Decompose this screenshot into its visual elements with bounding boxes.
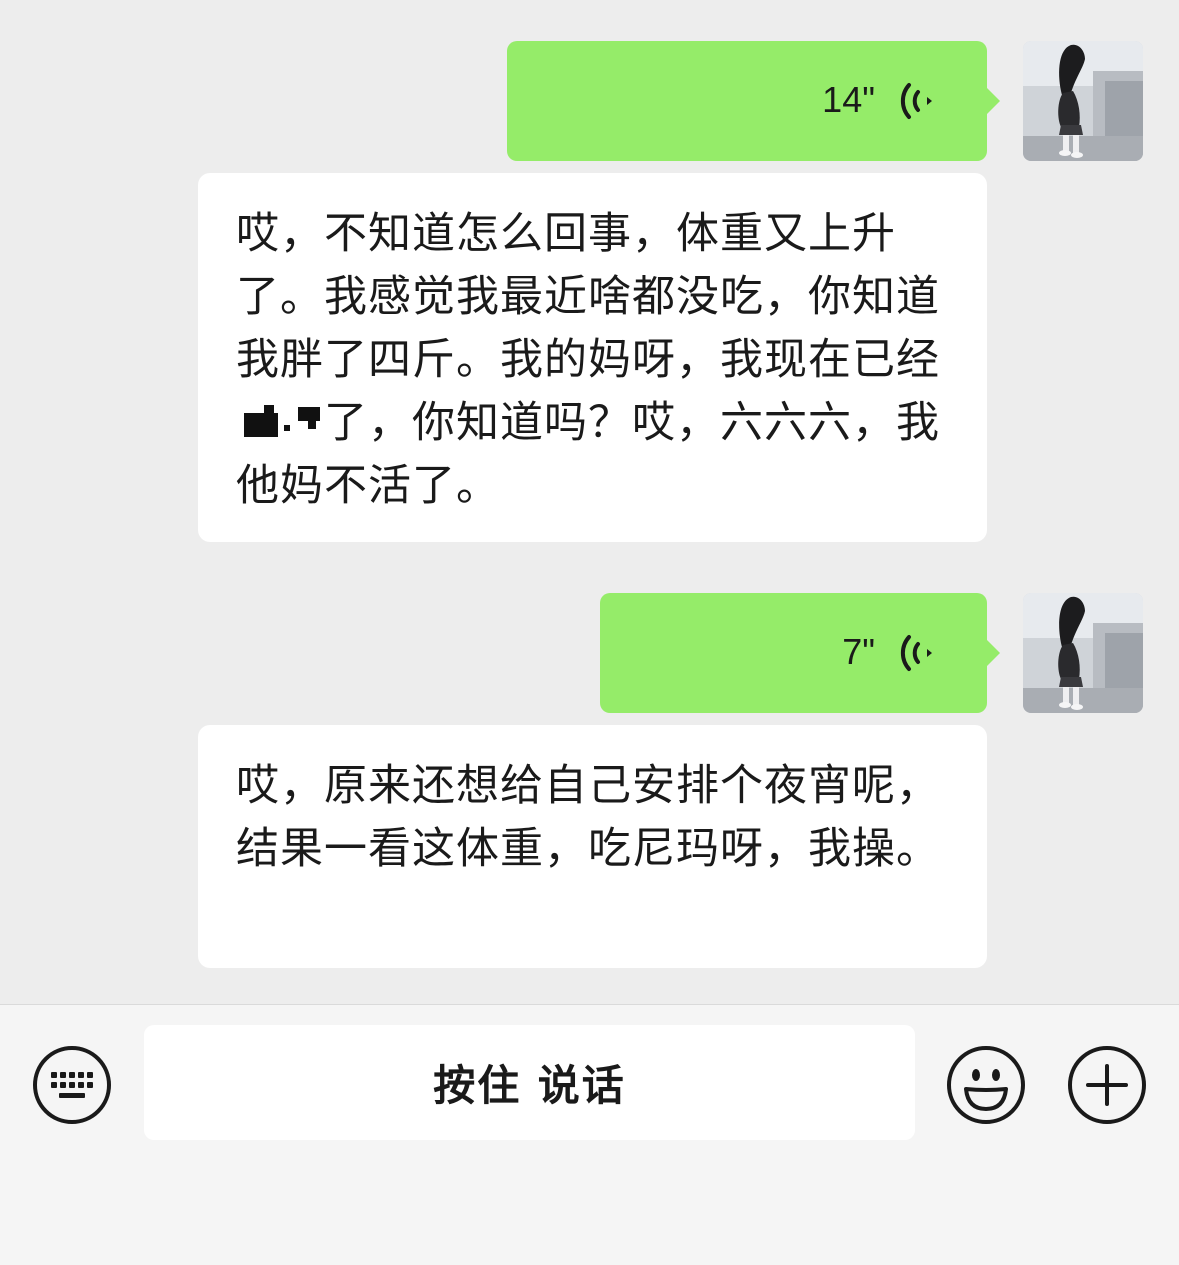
transcript-text-part1: 哎，不知道怎么回事，体重又上升了。我感觉我最近啥都没吃，你知道我胖了四斤。我的妈… (236, 209, 940, 385)
voice-message-bubble[interactable]: 14" (507, 41, 1000, 161)
voice-duration: 7" (842, 631, 875, 672)
transcript-text: 哎，原来还想给自己安排个夜宵呢，结果一看这体重，吃尼玛呀，我操。 (236, 761, 940, 874)
voice-wave-icon (900, 635, 932, 671)
input-bar: 按住 说话 (0, 1004, 1179, 1265)
voice-wave-icon (900, 83, 932, 119)
transcript-text-part2: 了，你知道吗？哎，六六六，我他妈不活了。 (236, 398, 940, 511)
keyboard-icon[interactable] (32, 1045, 112, 1125)
avatar[interactable] (1023, 41, 1143, 161)
voice-message-bubble[interactable]: 7" (600, 593, 1000, 713)
voice-transcript-text: 哎，原来还想给自己安排个夜宵呢，结果一看这体重，吃尼玛呀，我操。 (198, 725, 987, 968)
hold-to-talk-button[interactable]: 按住 说话 (144, 1025, 915, 1140)
chat-area: 14" 哎，不知道怎么回事，体重又上升了。我感觉我最近啥都没吃，你知道我胖了四斤… (0, 0, 1179, 1004)
avatar[interactable] (1023, 593, 1143, 713)
plus-icon[interactable] (1067, 1045, 1147, 1125)
emoji-icon[interactable] (946, 1045, 1026, 1125)
redaction-mark (236, 403, 324, 443)
voice-transcript-text: 哎，不知道怎么回事，体重又上升了。我感觉我最近啥都没吃，你知道我胖了四斤。我的妈… (198, 173, 987, 542)
voice-duration: 14" (822, 79, 875, 120)
